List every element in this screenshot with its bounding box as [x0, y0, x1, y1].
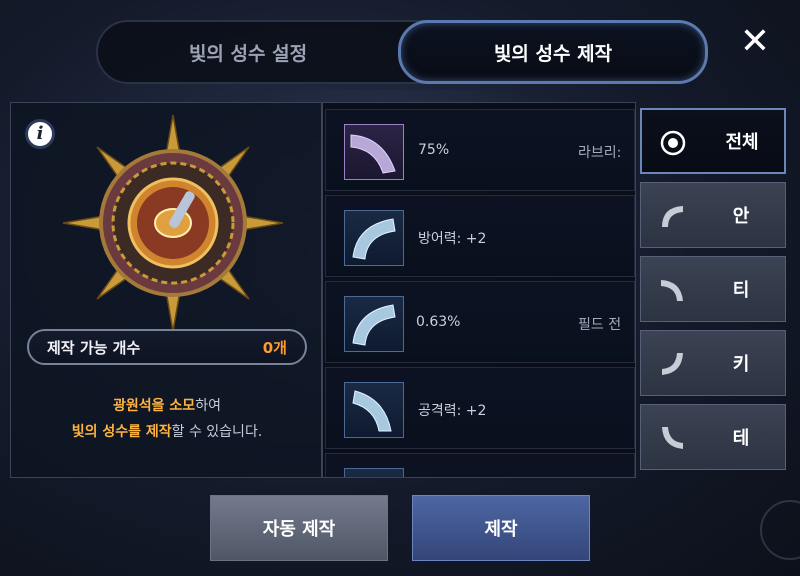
list-item[interactable]: 0.63% 필드 전	[325, 281, 635, 363]
craft-description: 광원석을 소모하여 빛의 성수를 제작할 수 있습니다.	[11, 393, 323, 445]
filter-ki[interactable]: 키	[640, 330, 786, 396]
close-button[interactable]: ✕	[735, 22, 775, 62]
craft-button[interactable]: 제작	[412, 495, 590, 561]
craft-info-panel: i 제작 가능 개수 0개 광원석을 소모하여 빛의 성수를 제작할 수 있습니…	[10, 102, 322, 478]
craftable-count-label: 제작 가능 개수	[47, 338, 141, 357]
item-thumbnail-icon	[344, 296, 404, 352]
item-name: 라브리:	[578, 145, 622, 161]
auto-craft-button[interactable]: 자동 제작	[210, 495, 388, 561]
item-thumbnail-icon	[344, 124, 404, 180]
filter-label: 테	[732, 428, 750, 449]
tab-bar: 빛의 성수 설정 빛의 성수 제작	[96, 20, 708, 84]
filter-an[interactable]: 안	[640, 182, 786, 248]
tab-holy-water-setting[interactable]: 빛의 성수 설정	[98, 22, 398, 82]
filter-te[interactable]: 테	[640, 404, 786, 470]
desc-text-2: 할 수 있습니다.	[171, 424, 263, 440]
target-icon	[660, 130, 686, 156]
craftable-count-bar: 제작 가능 개수 0개	[27, 329, 307, 365]
item-name: 필드 전	[578, 317, 622, 333]
item-thumbnail-icon	[344, 210, 404, 266]
item-stat: 공격력: +2	[418, 403, 487, 419]
desc-highlight-2: 빛의 성수를 제작	[71, 424, 172, 440]
filter-all[interactable]: 전체	[640, 108, 786, 174]
holy-water-list[interactable]: 75% 라브리: 방어력: +2 0.63% 필드 전 공격력: +2	[322, 102, 636, 478]
list-item[interactable]	[325, 453, 635, 477]
list-item[interactable]: 75% 라브리:	[325, 109, 635, 191]
arc-segment-icon	[662, 427, 683, 449]
filter-label: 전체	[725, 132, 759, 153]
item-thumbnail-icon	[344, 382, 404, 438]
corner-decoration	[760, 500, 800, 560]
craftable-count-value: 0개	[262, 338, 287, 357]
filter-ti[interactable]: 티	[640, 256, 786, 322]
item-stat: 방어력: +2	[418, 231, 487, 247]
filter-label: 티	[732, 280, 750, 301]
item-stat: 0.63%	[416, 314, 461, 330]
arc-segment-icon	[662, 353, 683, 375]
desc-text-1: 하여	[195, 398, 221, 414]
item-thumbnail-icon	[344, 468, 404, 477]
info-icon[interactable]: i	[25, 119, 55, 149]
desc-highlight-1: 광원석을 소모	[113, 398, 196, 414]
filter-label: 키	[732, 354, 750, 375]
arc-segment-icon	[661, 280, 683, 301]
holy-water-emblem	[62, 114, 284, 332]
list-item[interactable]: 방어력: +2	[325, 195, 635, 277]
arc-segment-icon	[662, 206, 683, 227]
tab-holy-water-make[interactable]: 빛의 성수 제작	[398, 20, 708, 84]
list-item[interactable]: 공격력: +2	[325, 367, 635, 449]
item-stat: 75%	[418, 142, 450, 158]
filter-label: 안	[732, 206, 750, 227]
